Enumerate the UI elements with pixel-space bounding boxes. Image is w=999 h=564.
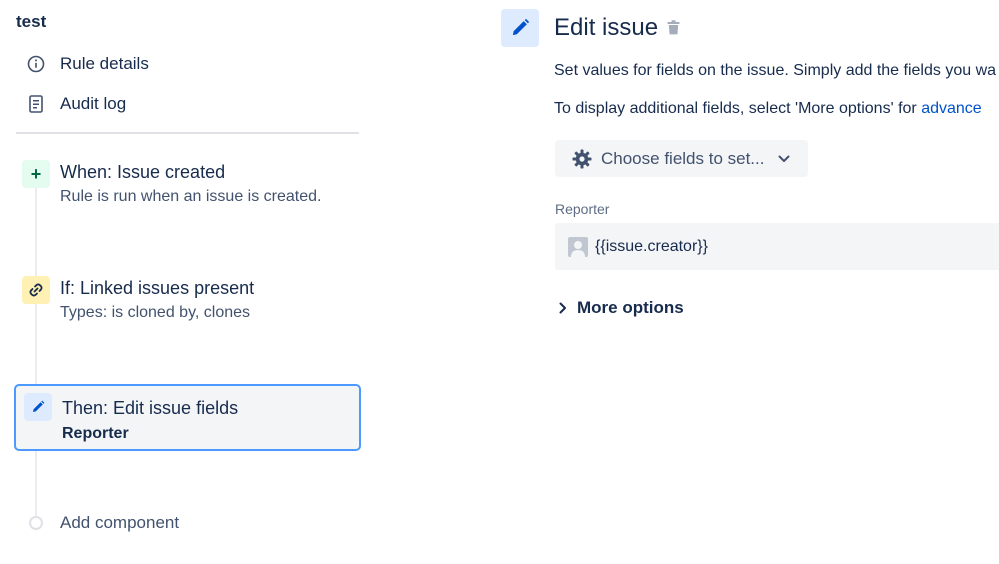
nav-rule-details[interactable]: Rule details xyxy=(26,52,149,76)
choose-fields-label: Choose fields to set... xyxy=(601,148,765,168)
panel-description-2: To display additional fields, select 'Mo… xyxy=(554,100,982,118)
field-label-reporter: Reporter xyxy=(555,201,610,217)
circle-icon xyxy=(29,516,43,530)
plus-icon: + xyxy=(22,160,50,188)
gear-icon xyxy=(572,149,592,169)
reporter-field[interactable]: {{issue.creator}} xyxy=(555,223,999,270)
component-action-selected[interactable]: Then: Edit issue fields Reporter xyxy=(14,384,361,451)
component-subtitle: Reporter xyxy=(62,425,129,442)
description-text: To display additional fields, select 'Mo… xyxy=(554,100,922,117)
nav-audit-log-label: Audit log xyxy=(60,94,127,113)
link-icon xyxy=(22,276,50,304)
component-condition[interactable]: If: Linked issues present Types: is clon… xyxy=(14,276,361,336)
nav-audit-log[interactable]: Audit log xyxy=(26,92,126,116)
avatar-icon xyxy=(568,236,588,257)
advanced-link[interactable]: advance xyxy=(921,100,982,117)
add-component-button[interactable]: Add component xyxy=(29,513,179,533)
chevron-right-icon xyxy=(558,302,568,314)
info-icon xyxy=(26,54,46,74)
chevron-down-icon xyxy=(778,153,790,165)
document-icon xyxy=(26,94,46,114)
pencil-icon xyxy=(501,9,539,47)
component-editor: Edit issue Set values for fields on the … xyxy=(500,0,999,564)
rule-sidebar: test Rule details Audit log + When: Issu… xyxy=(0,0,370,564)
reporter-value: {{issue.creator}} xyxy=(595,237,708,255)
nav-divider xyxy=(16,132,359,134)
more-options-label: More options xyxy=(577,298,684,317)
panel-title: Edit issue xyxy=(554,14,659,41)
choose-fields-button[interactable]: Choose fields to set... xyxy=(555,140,808,177)
component-title: When: Issue created xyxy=(60,162,226,182)
nav-rule-details-label: Rule details xyxy=(60,54,149,73)
add-component-label: Add component xyxy=(60,513,180,532)
more-options-toggle[interactable]: More options xyxy=(558,298,684,318)
rule-name: test xyxy=(16,12,47,31)
timeline-line xyxy=(35,186,37,516)
component-trigger[interactable]: + When: Issue created Rule is run when a… xyxy=(14,160,361,220)
component-title: If: Linked issues present xyxy=(60,278,255,298)
component-title: Then: Edit issue fields xyxy=(62,398,239,418)
component-subtitle: Rule is run when an issue is created. xyxy=(60,188,322,205)
panel-description: Set values for fields on the issue. Simp… xyxy=(554,62,997,79)
trash-icon[interactable] xyxy=(666,19,680,36)
pencil-icon xyxy=(24,393,52,421)
component-subtitle: Types: is cloned by, clones xyxy=(60,304,251,321)
